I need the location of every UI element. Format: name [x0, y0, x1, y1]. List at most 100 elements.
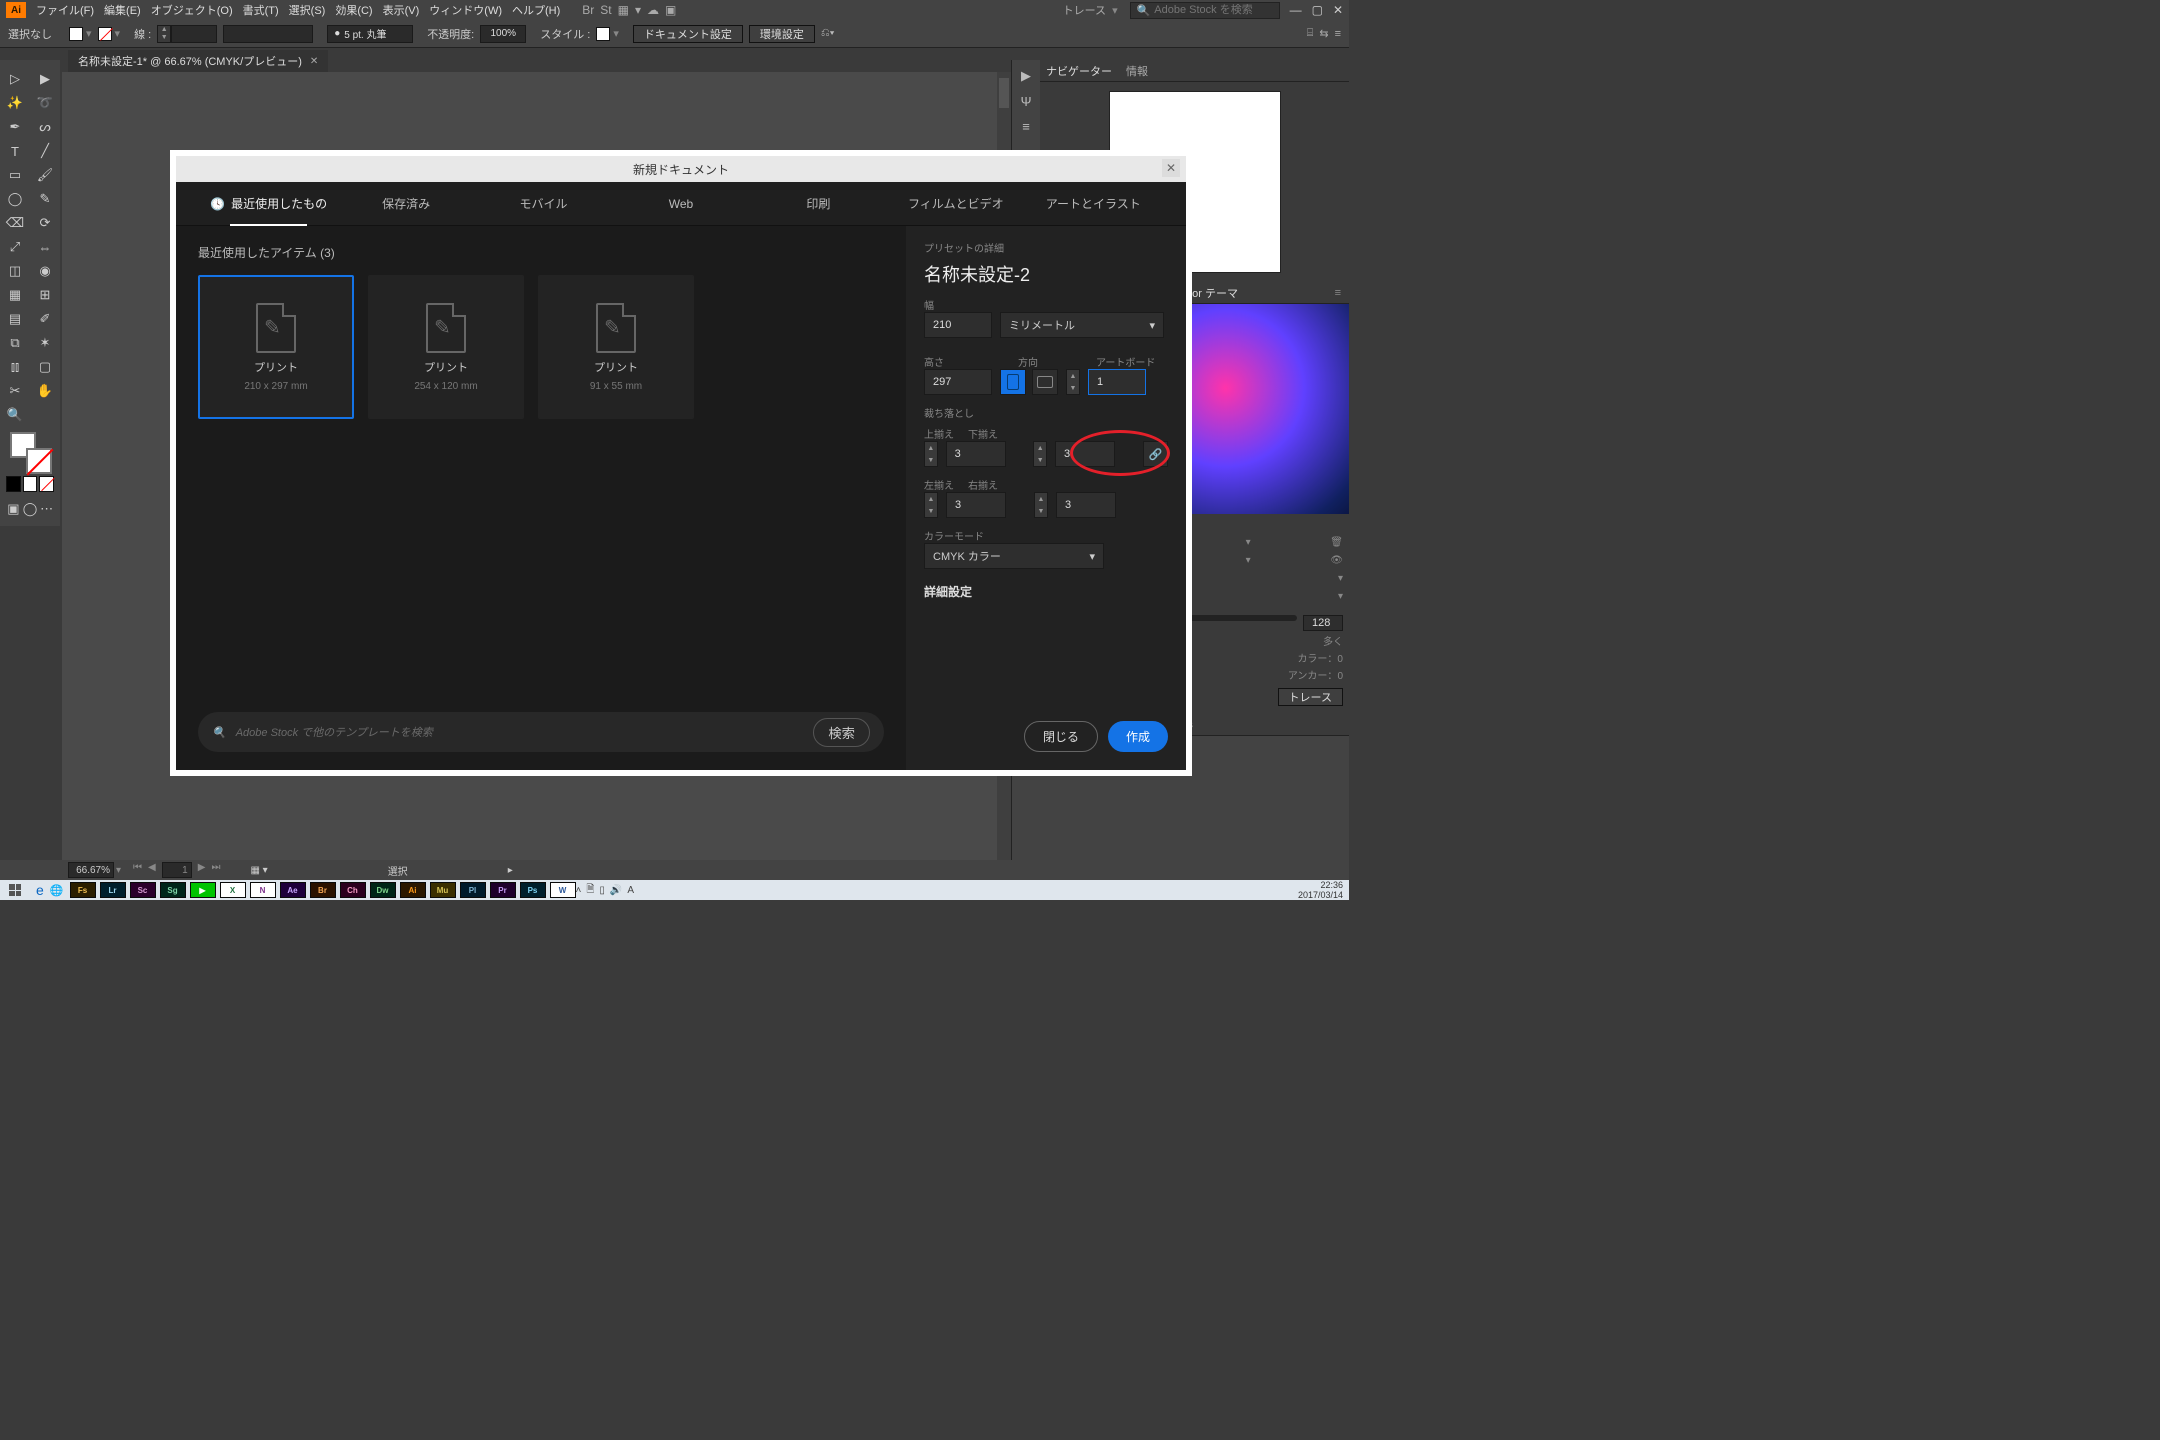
stroke-profile[interactable]: [223, 25, 313, 43]
tab-navigator[interactable]: ナビゲーター: [1046, 63, 1112, 79]
scroll-arrow-icon[interactable]: ▸: [508, 865, 513, 876]
fill-swatch[interactable]: [69, 27, 83, 41]
stroke-width-spinner[interactable]: ▲▼: [157, 25, 171, 43]
document-setup-button[interactable]: ドキュメント設定: [633, 25, 743, 43]
link-bleed-icon[interactable]: 🔗: [1143, 441, 1168, 467]
bridge-icon[interactable]: Br: [582, 3, 594, 17]
height-input[interactable]: [924, 369, 992, 395]
tab-saved[interactable]: 保存済み: [337, 182, 474, 226]
pencil-tool[interactable]: ✎: [32, 188, 58, 210]
system-clock[interactable]: 22:36 2017/03/14: [1298, 880, 1349, 900]
adobe-stock-search[interactable]: 🔍: [1130, 2, 1280, 19]
zoom-tool[interactable]: 🔍: [2, 404, 28, 426]
create-button[interactable]: 作成: [1108, 721, 1168, 752]
taskbar-app[interactable]: Ch: [340, 882, 366, 898]
stock-search-input[interactable]: [1154, 4, 1274, 16]
chevron-down-icon[interactable]: ▾: [635, 3, 641, 17]
tab-mobile[interactable]: モバイル: [475, 182, 612, 226]
bleed-top-spinner[interactable]: ▲▼: [924, 441, 938, 467]
pen-tool[interactable]: ✒: [2, 116, 28, 138]
first-page-icon[interactable]: ⏮: [133, 862, 142, 878]
artboard-page[interactable]: 1: [162, 862, 192, 878]
chevron-down-icon[interactable]: ▾: [613, 27, 619, 40]
tab-info[interactable]: 情報: [1126, 63, 1148, 79]
next-page-icon[interactable]: ▶: [198, 862, 206, 878]
color-mode-fill[interactable]: [6, 476, 21, 492]
width-input[interactable]: [924, 312, 992, 338]
transform-icon[interactable]: ⇆: [1319, 27, 1328, 40]
cloud-icon[interactable]: ☁: [647, 3, 659, 17]
taskbar-app[interactable]: Lr: [100, 882, 126, 898]
panel-menu-icon[interactable]: ≡: [1335, 287, 1341, 299]
workspace-chevron-icon[interactable]: ▾: [1112, 4, 1118, 17]
trace-button[interactable]: トレース: [1278, 688, 1343, 706]
symbol-tool[interactable]: ✶: [32, 332, 58, 354]
workspace-trace-label[interactable]: トレース: [1063, 2, 1106, 18]
curvature-tool[interactable]: ᔕ: [32, 116, 58, 138]
panel-menu-icon[interactable]: ≡: [1022, 119, 1030, 134]
document-tab[interactable]: 名称未設定-1* @ 66.67% (CMYK/プレビュー) ✕: [68, 50, 328, 72]
menu-edit[interactable]: 編集(E): [104, 2, 141, 18]
dialog-close-button[interactable]: ✕: [1162, 159, 1180, 177]
start-button[interactable]: [0, 880, 30, 900]
mesh-tool[interactable]: ⊞: [32, 284, 58, 306]
align-icon[interactable]: ⌸: [1307, 27, 1314, 40]
prev-page-icon[interactable]: ◀: [148, 862, 156, 878]
unit-select[interactable]: ミリメートル▾: [1000, 312, 1164, 338]
stroke-width-value[interactable]: [171, 25, 217, 43]
tray-network-icon[interactable]: ▯: [599, 885, 605, 896]
search-go-button[interactable]: 検索: [813, 718, 870, 747]
hand-tool[interactable]: ✋: [32, 380, 58, 402]
free-transform-tool[interactable]: ◫: [2, 260, 28, 282]
orientation-portrait[interactable]: [1000, 369, 1026, 395]
play-icon[interactable]: ▶: [1021, 68, 1031, 84]
taskbar-app[interactable]: Ae: [280, 882, 306, 898]
brush-preset[interactable]: ● 5 pt. 丸筆: [327, 25, 413, 43]
edit-toolbar[interactable]: ⋯: [39, 498, 54, 520]
taskbar-app[interactable]: Ps: [520, 882, 546, 898]
arrange-icon[interactable]: ▦: [618, 3, 629, 17]
style-swatch[interactable]: [596, 27, 610, 41]
tab-print[interactable]: 印刷: [750, 182, 887, 226]
brush-panel-icon[interactable]: Ψ: [1021, 94, 1032, 109]
advanced-settings-link[interactable]: 詳細設定: [924, 583, 1168, 600]
taskbar-app[interactable]: Dw: [370, 882, 396, 898]
menu-select[interactable]: 選択(S): [289, 2, 326, 18]
window-close[interactable]: ✕: [1333, 3, 1343, 17]
taskbar-app[interactable]: Sg: [160, 882, 186, 898]
taskbar-app[interactable]: ▶: [190, 882, 216, 898]
chrome-icon[interactable]: 🌐: [50, 884, 64, 897]
screen-mode-normal[interactable]: ▣: [6, 498, 21, 520]
direct-selection-tool[interactable]: ▶: [32, 68, 58, 90]
tray-volume-icon[interactable]: 🔊: [610, 885, 622, 896]
menu-file[interactable]: ファイル(F): [36, 2, 94, 18]
bleed-left[interactable]: [946, 492, 1006, 518]
control-menu-icon[interactable]: ⎌▾: [821, 27, 834, 40]
preferences-button[interactable]: 環境設定: [749, 25, 815, 43]
width-tool[interactable]: ⇔: [32, 236, 58, 258]
artboard-nav-icon[interactable]: ▦ ▾: [250, 865, 267, 876]
menu-view[interactable]: 表示(V): [383, 2, 420, 18]
artboard-tool[interactable]: ▢: [32, 356, 58, 378]
gradient-tool[interactable]: ▤: [2, 308, 28, 330]
rect-tool[interactable]: ▭: [2, 164, 28, 186]
panel-icon[interactable]: ▣: [665, 3, 676, 17]
taskbar-app[interactable]: X: [220, 882, 246, 898]
taskbar-app[interactable]: N: [250, 882, 276, 898]
stroke-swatch[interactable]: [98, 27, 112, 41]
preset-card[interactable]: プリント 91 x 55 mm: [538, 275, 694, 419]
preset-card[interactable]: プリント 254 x 120 mm: [368, 275, 524, 419]
bleed-right[interactable]: [1056, 492, 1116, 518]
orientation-landscape[interactable]: [1032, 369, 1058, 395]
menu-type[interactable]: 書式(T): [243, 2, 279, 18]
tab-web[interactable]: Web: [612, 182, 749, 226]
type-tool[interactable]: T: [2, 140, 28, 162]
chevron-down-icon[interactable]: ▾: [116, 865, 121, 876]
tab-recent[interactable]: 🕓最近使用したもの: [200, 182, 337, 226]
tab-close-icon[interactable]: ✕: [310, 56, 318, 67]
artboard-spinner[interactable]: ▲▼: [1066, 369, 1080, 395]
stock-icon[interactable]: St: [600, 3, 611, 17]
color-mode-gradient[interactable]: [23, 476, 38, 492]
bleed-bottom[interactable]: [1055, 441, 1115, 467]
shape-builder-tool[interactable]: ◉: [32, 260, 58, 282]
